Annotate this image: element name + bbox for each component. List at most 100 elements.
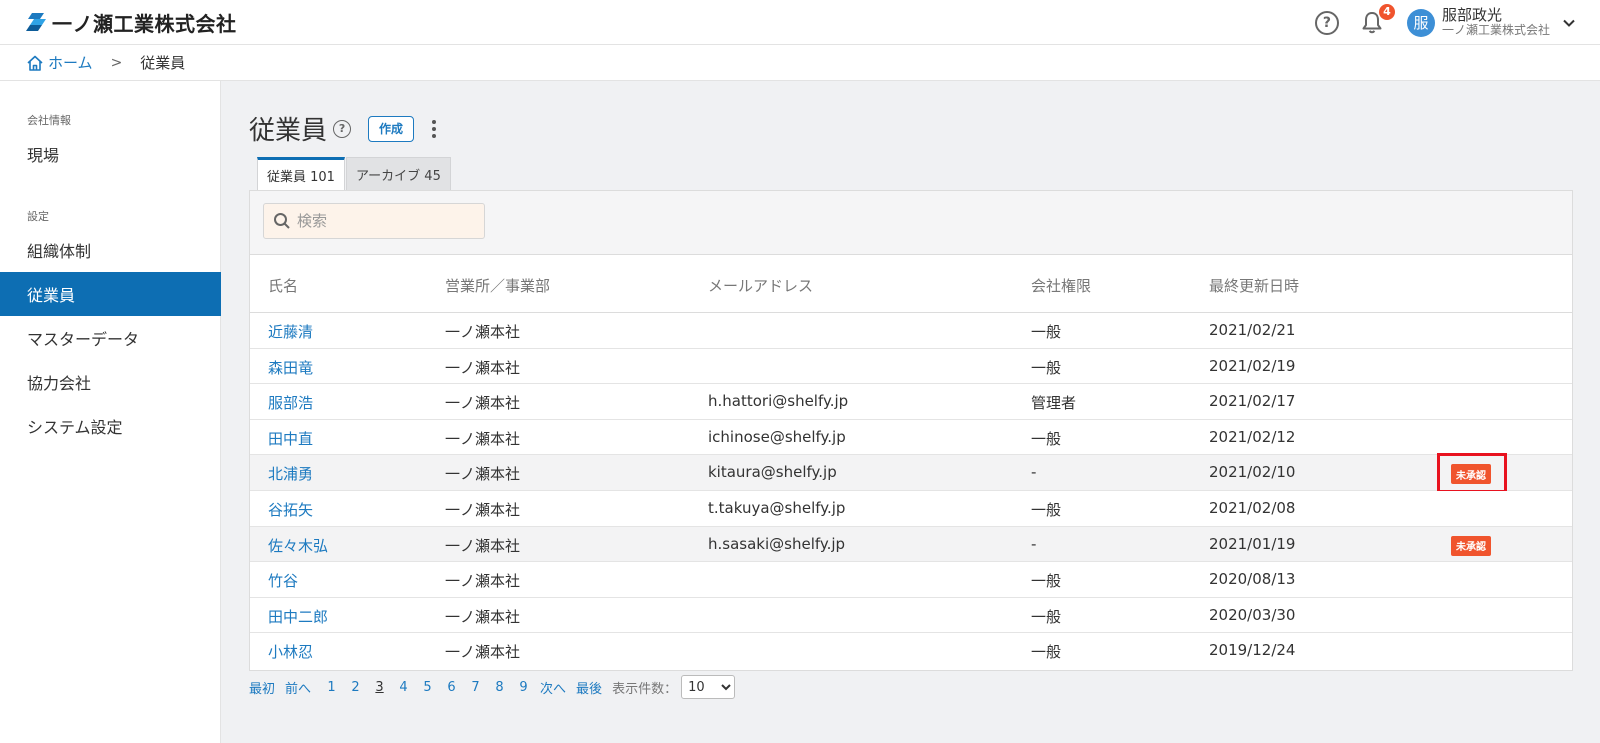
company-logo[interactable]: 一ノ瀬工業株式会社	[26, 8, 237, 37]
sidebar-item-label: 現場	[27, 146, 60, 165]
pagination-page[interactable]: 5	[423, 680, 432, 695]
role-cell: 一般	[1031, 358, 1062, 377]
status-badge: 未承認	[1451, 464, 1491, 485]
email-cell: ichinose@shelfy.jp	[708, 427, 846, 446]
pagination-first[interactable]: 最初	[249, 678, 275, 697]
office-cell: 一ノ瀬本社	[445, 500, 521, 519]
column-header-email[interactable]: メールアドレス	[708, 275, 813, 296]
notification-count-badge: 4	[1378, 3, 1395, 20]
home-icon	[27, 55, 43, 71]
office-cell: 一ノ瀬本社	[445, 465, 521, 484]
company-name: 一ノ瀬工業株式会社	[52, 11, 237, 36]
breadcrumb-home-link[interactable]: ホーム	[26, 52, 93, 73]
breadcrumb-current: 従業員	[140, 54, 186, 72]
help-icon[interactable]: ?	[1314, 10, 1339, 35]
user-menu[interactable]: 服部政光 一ノ瀬工業株式会社	[1441, 6, 1550, 37]
pagination-page[interactable]: 9	[519, 680, 528, 695]
office-cell: 一ノ瀬本社	[445, 323, 521, 341]
search-input[interactable]	[297, 212, 477, 230]
table-row[interactable]: 小林忍 一ノ瀬本社 一般 2019/12/24	[250, 633, 1572, 669]
tab-employees[interactable]: 従業員 101	[257, 157, 345, 190]
pagination-prev[interactable]: 前へ	[285, 678, 311, 697]
column-header-name[interactable]: 氏名	[268, 275, 298, 296]
pagination-page-current[interactable]: 3	[375, 680, 384, 695]
notifications-button[interactable]: 4	[1359, 3, 1395, 36]
role-cell: 一般	[1031, 500, 1062, 519]
pagination-page[interactable]: 2	[351, 680, 360, 695]
user-name: 服部政光	[1441, 6, 1502, 25]
create-button[interactable]: 作成	[368, 115, 415, 142]
sidebar-item-partners[interactable]: 協力会社	[0, 360, 221, 404]
role-cell: 管理者	[1031, 394, 1077, 413]
per-page-select[interactable]: 10	[681, 675, 736, 699]
updated-cell: 2021/02/08	[1209, 498, 1296, 517]
column-header-updated[interactable]: 最終更新日時	[1209, 275, 1299, 296]
table-header: 氏名 営業所／事業部 メールアドレス 会社権限 最終更新日時	[250, 255, 1572, 313]
updated-cell: 2021/01/19	[1209, 534, 1296, 553]
table-row[interactable]: 北浦勇 一ノ瀬本社 kitaura@shelfy.jp - 2021/02/10…	[250, 453, 1572, 494]
sidebar-item-master-data[interactable]: マスターデータ	[0, 316, 221, 360]
pagination-page[interactable]: 6	[447, 680, 456, 695]
employee-name-link[interactable]: 服部浩	[268, 392, 313, 413]
updated-cell: 2021/02/19	[1209, 356, 1296, 375]
search-bar	[250, 191, 1572, 255]
sidebar-item-employees[interactable]: 従業員	[0, 272, 221, 316]
avatar[interactable]: 服	[1406, 8, 1435, 37]
employee-name-link[interactable]: 近藤清	[268, 321, 313, 342]
table-body: 近藤清 一ノ瀬本社 一般 2021/02/21 森田竜 一ノ瀬本社 一般 202…	[250, 313, 1572, 669]
search-field[interactable]	[263, 203, 485, 239]
column-header-role[interactable]: 会社権限	[1031, 275, 1091, 296]
employee-name-link[interactable]: 竹谷	[268, 570, 298, 591]
page-title: 従業員	[249, 116, 328, 146]
table-row[interactable]: 森田竜 一ノ瀬本社 一般 2021/02/19	[250, 348, 1572, 385]
chevron-down-icon[interactable]	[1562, 16, 1576, 30]
sidebar-item-label: 協力会社	[27, 374, 92, 393]
table-row[interactable]: 田中直 一ノ瀬本社 ichinose@shelfy.jp 一般 2021/02/…	[250, 419, 1572, 456]
sidebar-item-site[interactable]: 現場	[0, 132, 221, 176]
more-menu-icon[interactable]	[431, 119, 437, 138]
employee-name-link[interactable]: 佐々木弘	[268, 535, 328, 556]
employee-name-link[interactable]: 田中直	[268, 428, 313, 449]
table-row[interactable]: 竹谷 一ノ瀬本社 一般 2020/08/13	[250, 562, 1572, 598]
updated-cell: 2021/02/17	[1209, 392, 1296, 411]
office-cell: 一ノ瀬本社	[445, 394, 521, 413]
employee-name-link[interactable]: 田中二郎	[268, 606, 328, 627]
employee-name-link[interactable]: 森田竜	[268, 357, 313, 378]
pagination-page[interactable]: 1	[327, 680, 336, 695]
sidebar-item-organization[interactable]: 組織体制	[0, 228, 221, 272]
employee-name-link[interactable]: 谷拓矢	[268, 499, 313, 520]
pagination-page[interactable]: 7	[471, 680, 480, 695]
email-cell: h.sasaki@shelfy.jp	[708, 534, 846, 553]
office-cell: 一ノ瀬本社	[445, 643, 521, 662]
tab-bar: 従業員 101 アーカイブ 45	[257, 157, 452, 190]
tab-archive[interactable]: アーカイブ 45	[345, 157, 451, 190]
sidebar-item-system-settings[interactable]: システム設定	[0, 404, 221, 448]
table-row[interactable]: 服部浩 一ノ瀬本社 h.hattori@shelfy.jp 管理者 2021/0…	[250, 384, 1572, 420]
office-cell: 一ノ瀬本社	[445, 607, 521, 626]
employee-name-link[interactable]: 小林忍	[268, 641, 313, 662]
office-cell: 一ノ瀬本社	[445, 429, 521, 448]
breadcrumb: ホーム > 従業員	[0, 45, 1600, 81]
sidebar-item-label: マスターデータ	[27, 330, 140, 349]
pagination-next[interactable]: 次へ	[540, 678, 566, 697]
table-row[interactable]: 佐々木弘 一ノ瀬本社 h.sasaki@shelfy.jp - 2021/01/…	[250, 526, 1572, 563]
employee-name-link[interactable]: 北浦勇	[268, 463, 313, 484]
sidebar-item-label: 従業員	[27, 286, 76, 305]
help-icon[interactable]: ?	[333, 119, 352, 138]
role-cell: 一般	[1031, 572, 1062, 591]
table-row[interactable]: 谷拓矢 一ノ瀬本社 t.takuya@shelfy.jp 一般 2021/02/…	[250, 490, 1572, 527]
role-cell: 一般	[1031, 323, 1062, 341]
office-cell: 一ノ瀬本社	[445, 572, 521, 591]
column-header-office[interactable]: 営業所／事業部	[445, 275, 550, 296]
pagination-page[interactable]: 4	[399, 680, 408, 695]
sidebar: 会社情報 現場 設定 組織体制 従業員 マスターデータ 協力会社 システム設定	[0, 81, 221, 743]
header-actions: ? 4 服 服部政光 一ノ瀬工業株式会社	[1314, 0, 1600, 45]
updated-cell: 2020/08/13	[1209, 570, 1296, 589]
status-badge: 未承認	[1451, 535, 1491, 556]
table-row[interactable]: 田中二郎 一ノ瀬本社 一般 2020/03/30	[250, 597, 1572, 634]
table-row[interactable]: 近藤清 一ノ瀬本社 一般 2021/02/21	[250, 313, 1572, 349]
pagination-page[interactable]: 8	[495, 680, 504, 695]
updated-cell: 2021/02/21	[1209, 321, 1296, 339]
role-cell: 一般	[1031, 429, 1062, 448]
pagination-last[interactable]: 最後	[576, 678, 602, 697]
